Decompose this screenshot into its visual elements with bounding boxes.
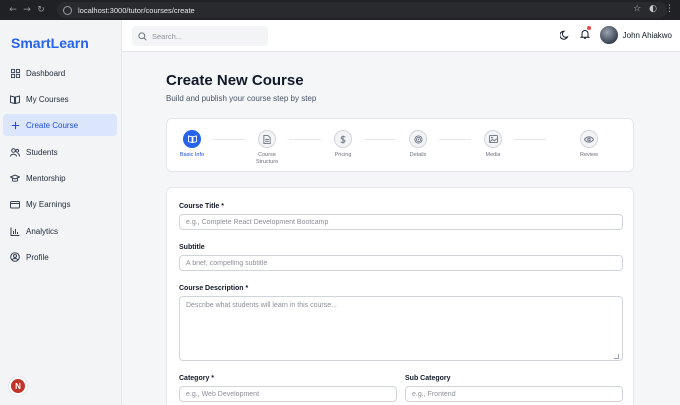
user-name[interactable]: John Ahiakwo — [623, 31, 672, 40]
sidebar-item-label: My Earnings — [26, 199, 71, 209]
sidebar-item-my-courses[interactable]: My Courses — [3, 88, 117, 110]
step-label: Course Structure — [255, 152, 279, 165]
sidebar-item-students[interactable]: Students — [3, 141, 117, 163]
search-icon — [138, 31, 147, 41]
image-icon — [484, 130, 502, 148]
step-details[interactable]: Details — [388, 130, 448, 159]
sidebar-item-profile[interactable]: Profile — [3, 246, 117, 268]
step-review[interactable]: Review — [559, 130, 619, 159]
target-icon — [409, 130, 427, 148]
step-label: Details — [409, 152, 427, 158]
back-icon[interactable]: ← — [6, 5, 20, 15]
sidebar-item-label: Students — [26, 147, 58, 157]
step-pricing[interactable]: Pricing — [313, 130, 373, 159]
sidebar-item-analytics[interactable]: Analytics — [3, 220, 117, 242]
browser-menu-icon[interactable]: ⋮ — [665, 4, 674, 14]
search-input[interactable] — [152, 31, 262, 41]
sidebar-item-label: Dashboard — [26, 68, 66, 78]
book-icon — [183, 130, 201, 148]
brand-logo[interactable]: SmartLearn — [11, 35, 89, 51]
search-box — [132, 26, 268, 46]
bar-chart-icon — [10, 226, 20, 236]
sidebar-item-my-earnings[interactable]: My Earnings — [3, 193, 117, 215]
nextjs-dev-badge[interactable]: N — [9, 377, 27, 395]
step-label: Media — [485, 152, 501, 158]
graduation-cap-icon — [10, 173, 20, 183]
document-icon — [258, 130, 276, 148]
sidebar-item-label: Analytics — [26, 226, 59, 236]
step-course-structure[interactable]: Course Structure — [237, 130, 297, 165]
sidebar-item-create-course[interactable]: Create Course — [3, 114, 117, 136]
user-avatar[interactable] — [599, 26, 618, 44]
dark-mode-moon-icon[interactable] — [559, 30, 570, 40]
sidebar: SmartLearn Dashboard My Courses Create C… — [0, 20, 122, 405]
course-description-label: Course Description * — [179, 285, 249, 292]
step-basic-info[interactable]: Basic Info — [162, 130, 222, 159]
step-media[interactable]: Media — [463, 130, 523, 159]
course-title-input[interactable] — [179, 214, 623, 230]
main-content: Create New Course Build and publish your… — [122, 52, 680, 405]
step-connector — [514, 139, 546, 140]
course-title-label: Course Title * — [179, 203, 224, 210]
grid-icon — [10, 68, 20, 78]
page-title: Create New Course — [166, 72, 304, 89]
notification-dot — [586, 26, 591, 30]
page-subtitle: Build and publish your course step by st… — [166, 94, 317, 103]
plus-icon — [10, 120, 20, 130]
sidebar-item-label: Mentorship — [26, 173, 66, 183]
course-stepper: Basic Info Course Structure Pricing Deta… — [166, 118, 634, 172]
step-label: Pricing — [334, 152, 352, 158]
basic-info-form: Course Title * Subtitle Course Descripti… — [166, 187, 634, 405]
book-open-icon — [10, 94, 20, 104]
step-label: Review — [579, 152, 599, 158]
subcategory-label: Sub Category — [405, 375, 451, 382]
reload-icon[interactable]: ↻ — [34, 5, 48, 15]
users-icon — [10, 147, 20, 157]
url-text: localhost:3000/tutor/courses/create — [78, 5, 195, 15]
resize-handle-icon[interactable] — [614, 354, 619, 359]
category-label: Category * — [179, 375, 215, 382]
extension-icon[interactable]: ◐ — [649, 4, 657, 14]
eye-icon — [580, 130, 598, 148]
step-label: Basic Info — [179, 152, 205, 158]
wallet-icon — [10, 199, 20, 209]
bell-icon — [579, 30, 591, 39]
dollar-icon — [334, 130, 352, 148]
top-header: John Ahiakwo — [122, 20, 680, 52]
sidebar-item-label: Profile — [26, 252, 49, 262]
sidebar-item-label: Create Course — [26, 120, 79, 130]
sidebar-item-dashboard[interactable]: Dashboard — [3, 62, 117, 84]
category-input[interactable] — [179, 386, 397, 402]
course-description-textarea[interactable] — [179, 296, 623, 361]
subtitle-label: Subtitle — [179, 244, 205, 251]
user-circle-icon — [10, 252, 20, 262]
sidebar-item-mentorship[interactable]: Mentorship — [3, 167, 117, 189]
subtitle-input[interactable] — [179, 255, 623, 271]
bookmark-star-icon[interactable]: ☆ — [633, 4, 641, 14]
browser-toolbar: ← → ↻ localhost:3000/tutor/courses/creat… — [0, 0, 680, 20]
site-info-icon[interactable] — [63, 5, 72, 15]
subcategory-input[interactable] — [405, 386, 623, 402]
address-bar[interactable]: localhost:3000/tutor/courses/create — [57, 2, 667, 18]
sidebar-item-label: My Courses — [26, 94, 69, 104]
forward-icon[interactable]: → — [20, 5, 34, 15]
notifications-button[interactable] — [579, 26, 591, 44]
